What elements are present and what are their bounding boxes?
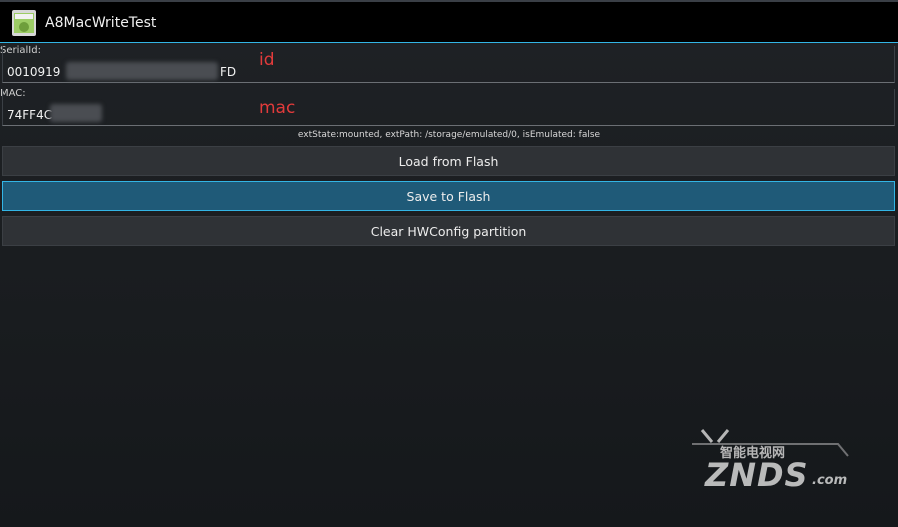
save-to-flash-button[interactable]: Save to Flash bbox=[2, 181, 895, 211]
storage-status: extState:mounted, extPath: /storage/emul… bbox=[297, 130, 601, 140]
mac-value-prefix: 74FF4C bbox=[7, 108, 53, 122]
annotation-id: id bbox=[259, 50, 275, 70]
load-from-flash-button[interactable]: Load from Flash bbox=[2, 146, 895, 176]
mac-field[interactable] bbox=[2, 89, 895, 126]
clear-hwconfig-button[interactable]: Clear HWConfig partition bbox=[2, 216, 895, 246]
serial-redaction bbox=[66, 62, 218, 80]
serial-value-suffix: FD bbox=[220, 65, 237, 79]
android-app-icon bbox=[12, 10, 36, 36]
annotation-mac: mac bbox=[259, 98, 296, 118]
action-bar-divider bbox=[0, 42, 898, 43]
app-title: A8MacWriteTest bbox=[45, 15, 157, 31]
watermark-com-text: .com bbox=[812, 473, 848, 488]
serial-value-prefix: 0010919 bbox=[7, 65, 61, 79]
watermark-znds-text: ZNDS bbox=[705, 456, 809, 494]
action-bar: A8MacWriteTest bbox=[0, 0, 898, 42]
mac-redaction bbox=[50, 104, 102, 122]
